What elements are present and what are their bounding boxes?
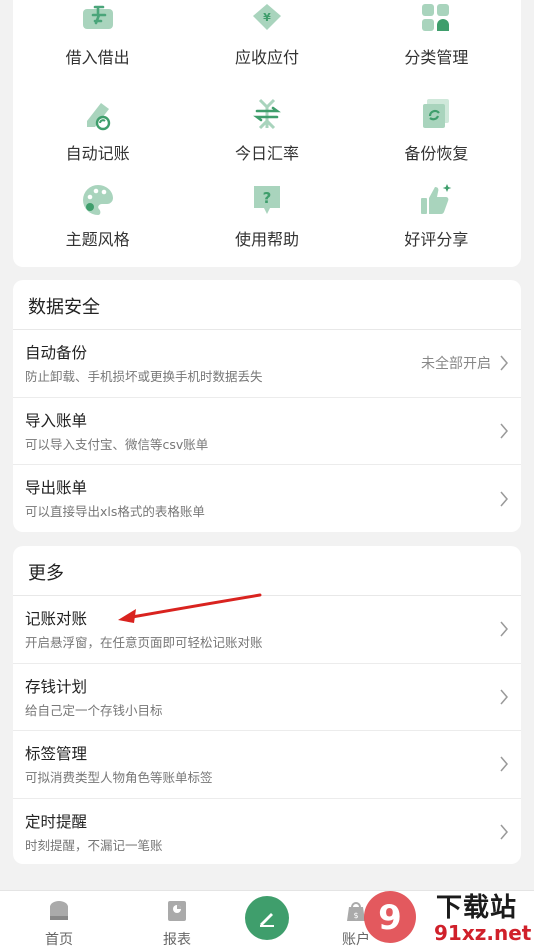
row-title: 导入账单 bbox=[25, 411, 88, 430]
grid-item-backup-restore[interactable]: 备份恢复 bbox=[352, 86, 521, 172]
nav-label: 报表 bbox=[163, 932, 191, 948]
backup-restore-icon bbox=[418, 96, 454, 132]
row-right bbox=[499, 398, 509, 465]
grid-label: 分类管理 bbox=[404, 48, 469, 67]
grid-label: 好评分享 bbox=[404, 230, 469, 249]
grid-item-exchange-rate[interactable]: 今日汇率 bbox=[182, 86, 351, 172]
row-right bbox=[499, 731, 509, 798]
grid-item-receivable-payable[interactable]: ¥ 应收应付 bbox=[182, 0, 351, 86]
row-title: 标签管理 bbox=[25, 745, 88, 763]
row-right bbox=[499, 799, 509, 867]
grid-label: 今日汇率 bbox=[234, 144, 299, 163]
chevron-right-icon bbox=[500, 756, 508, 772]
row-subtitle: 开启悬浮窗，在任意页面即可轻松记账对账 bbox=[25, 635, 263, 650]
row-right bbox=[499, 465, 509, 533]
grid-item-auto-bookkeeping[interactable]: 自动记账 bbox=[13, 86, 182, 172]
grid-item-category-manage[interactable]: 分类管理 bbox=[352, 0, 521, 86]
row-right: 未全部开启 bbox=[421, 330, 509, 397]
row-subtitle: 时刻提醒，不漏记一笔账 bbox=[25, 837, 163, 853]
nav-label: 账户 bbox=[342, 932, 370, 948]
row-title: 导出账单 bbox=[25, 479, 88, 497]
help-icon: ? bbox=[249, 182, 285, 218]
home-icon bbox=[50, 901, 68, 920]
bookkeeping-reconcile-row[interactable]: 记账对账 开启悬浮窗，在任意页面即可轻松记账对账 bbox=[13, 596, 521, 664]
palette-icon bbox=[80, 182, 116, 218]
grid-label: 自动记账 bbox=[65, 144, 130, 163]
chevron-right-icon bbox=[500, 491, 508, 507]
thumbs-up-icon bbox=[418, 182, 454, 218]
chevron-right-icon bbox=[500, 824, 508, 840]
wallet-icon: $ bbox=[347, 902, 365, 921]
row-title: 定时提醒 bbox=[25, 812, 88, 831]
row-subtitle: 可以直接导出xls格式的表格账单 bbox=[25, 504, 205, 519]
svg-text:$: $ bbox=[353, 911, 358, 920]
auto-backup-row[interactable]: 自动备份 防止卸载、手机损坏或更换手机时数据丢失 未全部开启 bbox=[13, 330, 521, 398]
feature-grid-card: 借入借出 ¥ 应收应付 分类管理 自动记账 今日汇率 备份恢复 主题风格 ? 使… bbox=[13, 0, 521, 267]
row-subtitle: 可以导入支付宝、微信等csv账单 bbox=[25, 436, 209, 452]
grid-item-help[interactable]: ? 使用帮助 bbox=[182, 172, 351, 258]
chevron-right-icon bbox=[500, 621, 508, 637]
section-title: 数据安全 bbox=[13, 280, 521, 330]
auto-bookkeeping-icon bbox=[80, 96, 116, 132]
export-bill-row[interactable]: 导出账单 可以直接导出xls格式的表格账单 bbox=[13, 465, 521, 533]
nav-label: 首页 bbox=[45, 932, 73, 948]
row-title: 存钱计划 bbox=[25, 677, 88, 696]
nav-account[interactable]: $ 账户 bbox=[316, 891, 396, 950]
grid-label: 借入借出 bbox=[65, 48, 130, 67]
lend-borrow-icon bbox=[80, 0, 116, 36]
grid-label: 主题风格 bbox=[65, 230, 130, 249]
add-record-button[interactable] bbox=[245, 896, 289, 940]
svg-text:?: ? bbox=[263, 189, 272, 207]
import-bill-row[interactable]: 导入账单 可以导入支付宝、微信等csv账单 bbox=[13, 398, 521, 465]
report-icon bbox=[168, 901, 186, 921]
chevron-right-icon bbox=[500, 423, 508, 439]
grid-item-rate-share[interactable]: 好评分享 bbox=[352, 172, 521, 258]
chevron-right-icon bbox=[500, 355, 508, 371]
svg-text:¥: ¥ bbox=[263, 11, 271, 24]
nav-report[interactable]: 报表 bbox=[137, 891, 217, 950]
feature-grid: 借入借出 ¥ 应收应付 分类管理 自动记账 今日汇率 备份恢复 主题风格 ? 使… bbox=[13, 0, 521, 258]
backup-status-text: 未全部开启 bbox=[421, 356, 491, 373]
pen-icon bbox=[260, 913, 274, 927]
row-subtitle: 给自己定一个存钱小目标 bbox=[25, 702, 163, 718]
grid-item-lend-borrow[interactable]: 借入借出 bbox=[13, 0, 182, 86]
grid-item-theme-style[interactable]: 主题风格 bbox=[13, 172, 182, 258]
exchange-rate-icon bbox=[249, 96, 285, 132]
section-title: 更多 bbox=[13, 546, 521, 596]
grid-label: 应收应付 bbox=[234, 48, 299, 67]
row-title: 记账对账 bbox=[25, 610, 88, 628]
grid-label: 使用帮助 bbox=[234, 230, 299, 249]
row-subtitle: 可拟消费类型人物角色等账单标签 bbox=[25, 770, 213, 785]
chevron-right-icon bbox=[500, 689, 508, 705]
savings-plan-row[interactable]: 存钱计划 给自己定一个存钱小目标 bbox=[13, 664, 521, 731]
row-right bbox=[499, 664, 509, 731]
nav-home[interactable]: 首页 bbox=[19, 891, 99, 950]
grid-label: 备份恢复 bbox=[404, 144, 469, 163]
tag-manage-row[interactable]: 标签管理 可拟消费类型人物角色等账单标签 bbox=[13, 731, 521, 799]
receivable-payable-icon: ¥ bbox=[249, 0, 285, 36]
category-manage-icon bbox=[418, 0, 454, 36]
row-right bbox=[499, 596, 509, 663]
timed-reminder-row[interactable]: 定时提醒 时刻提醒，不漏记一笔账 bbox=[13, 799, 521, 867]
more-card: 更多 记账对账 开启悬浮窗，在任意页面即可轻松记账对账 存钱计划 给自己定一个存… bbox=[13, 546, 521, 864]
data-security-card: 数据安全 自动备份 防止卸载、手机损坏或更换手机时数据丢失 未全部开启 导入账单… bbox=[13, 280, 521, 532]
